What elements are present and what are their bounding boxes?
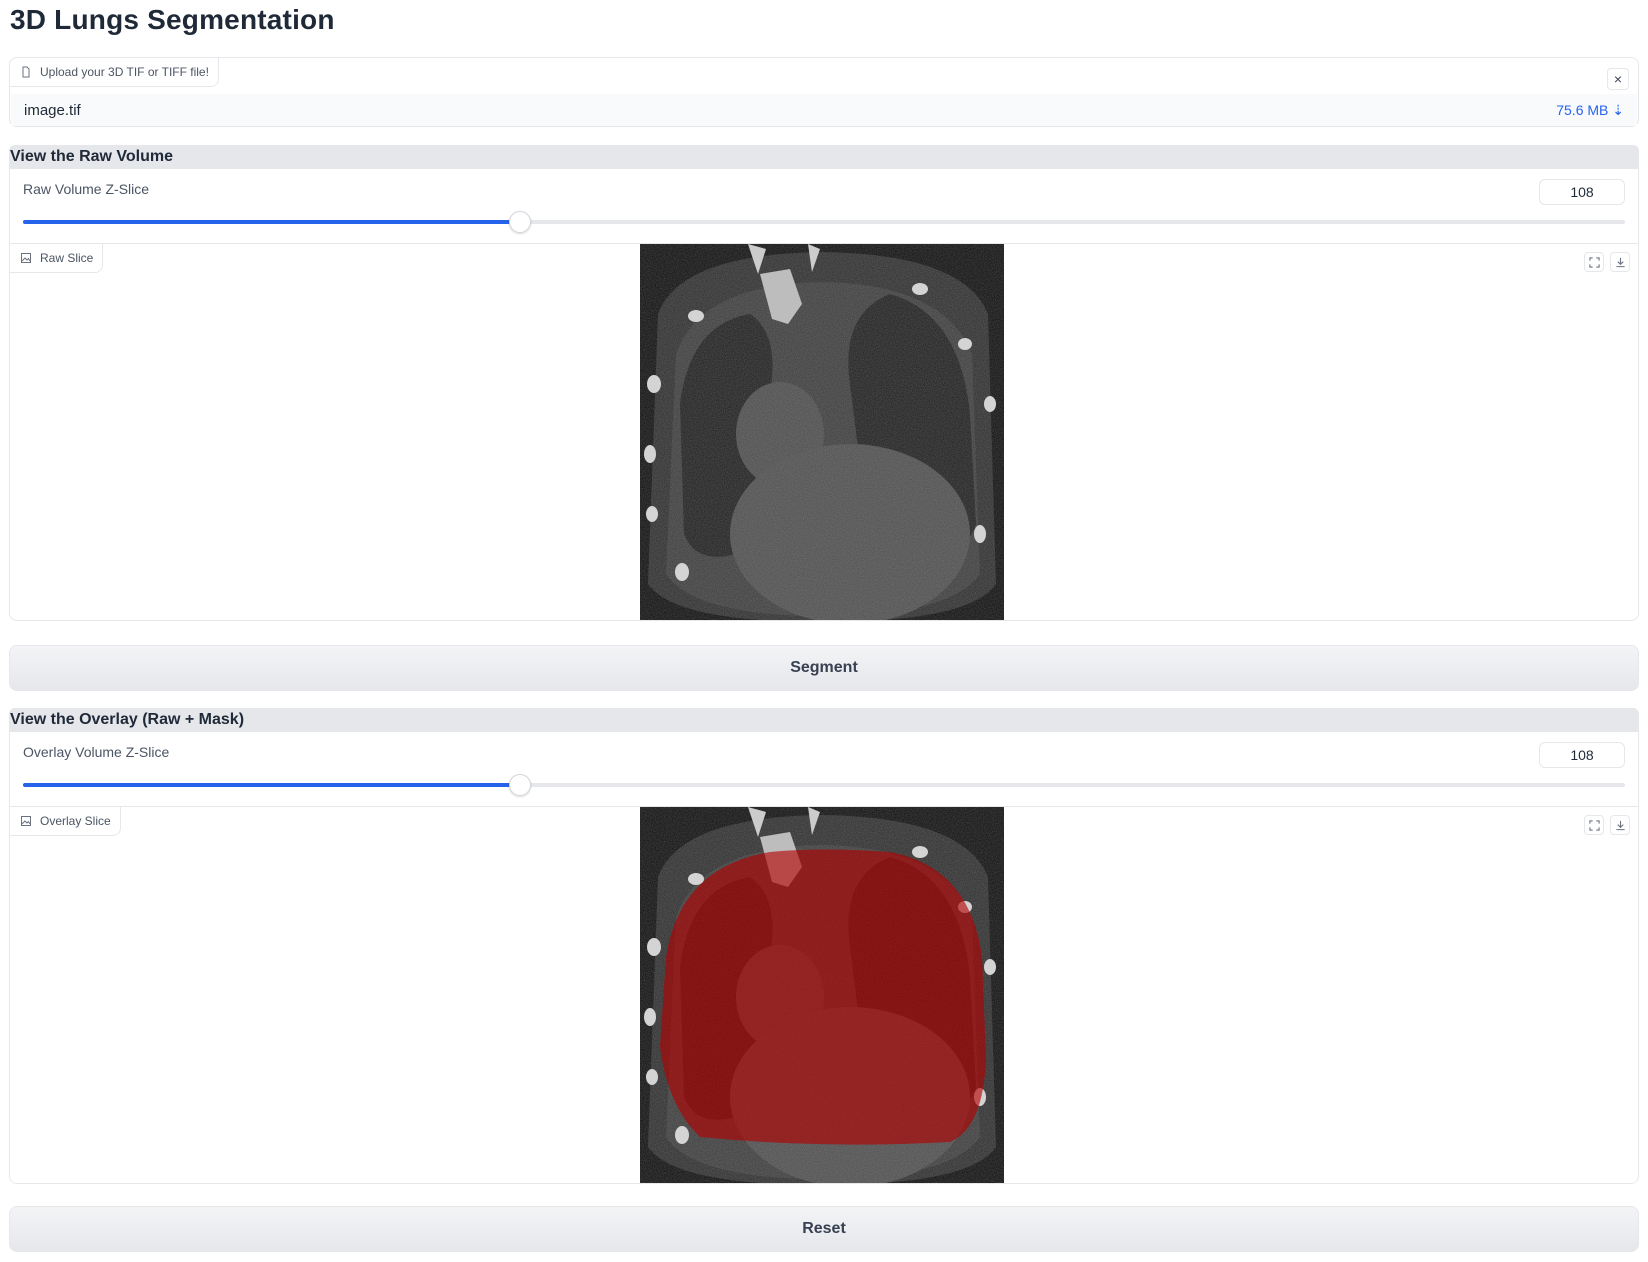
raw-slider-track[interactable] xyxy=(23,211,1625,233)
overlay-slice-image-panel: Overlay Slice xyxy=(9,806,1639,1184)
raw-slice-image-panel: Raw Slice xyxy=(9,243,1639,621)
overlay-slider-label: Overlay Volume Z-Slice xyxy=(23,744,170,760)
raw-image-label-tag: Raw Slice xyxy=(10,244,104,273)
file-icon xyxy=(22,66,30,78)
lung-mask-overlay xyxy=(660,849,986,1145)
uploaded-file-row: image.tif 75.6 MB ⇣ xyxy=(11,94,1637,126)
page-title: 3D Lungs Segmentation xyxy=(10,4,335,35)
fullscreen-icon[interactable] xyxy=(1584,252,1604,272)
download-icon[interactable] xyxy=(1610,815,1630,835)
raw-slider-block: Raw Volume Z-Slice 108 xyxy=(9,169,1639,243)
overlay-ct-slice-image xyxy=(640,807,1004,1184)
image-icon xyxy=(21,816,31,826)
overlay-slider-thumb[interactable] xyxy=(508,774,531,796)
download-icon[interactable] xyxy=(1610,252,1630,272)
upload-label-tag: Upload your 3D TIF or TIFF file! xyxy=(9,57,219,87)
overlay-slider-fill xyxy=(23,783,520,787)
raw-slice-number-input[interactable]: 108 xyxy=(1539,179,1625,205)
raw-slider-fill xyxy=(23,220,520,224)
raw-slider-label: Raw Volume Z-Slice xyxy=(23,181,150,197)
reset-button[interactable]: Reset xyxy=(9,1206,1639,1252)
image-icon xyxy=(21,253,31,263)
file-name: image.tif xyxy=(24,101,81,119)
raw-image-label: Raw Slice xyxy=(40,251,94,265)
segment-button[interactable]: Segment xyxy=(9,645,1639,691)
raw-ct-slice-image xyxy=(640,244,1004,621)
overlay-image-label: Overlay Slice xyxy=(40,814,111,828)
file-size-download-link[interactable]: 75.6 MB ⇣ xyxy=(1556,102,1624,119)
fullscreen-icon[interactable] xyxy=(1584,815,1604,835)
upload-label: Upload your 3D TIF or TIFF file! xyxy=(40,65,209,79)
close-icon[interactable]: × xyxy=(1607,68,1629,90)
overlay-slice-number-input[interactable]: 108 xyxy=(1539,742,1625,768)
overlay-slider-track[interactable] xyxy=(23,774,1625,796)
raw-slider-thumb[interactable] xyxy=(508,211,531,233)
overlay-section-header: View the Overlay (Raw + Mask) xyxy=(9,708,1639,732)
file-upload[interactable]: Upload your 3D TIF or TIFF file! × image… xyxy=(9,57,1639,127)
overlay-slider-block: Overlay Volume Z-Slice 108 xyxy=(9,732,1639,806)
overlay-image-label-tag: Overlay Slice xyxy=(10,807,121,836)
raw-section-header: View the Raw Volume xyxy=(9,145,1639,169)
